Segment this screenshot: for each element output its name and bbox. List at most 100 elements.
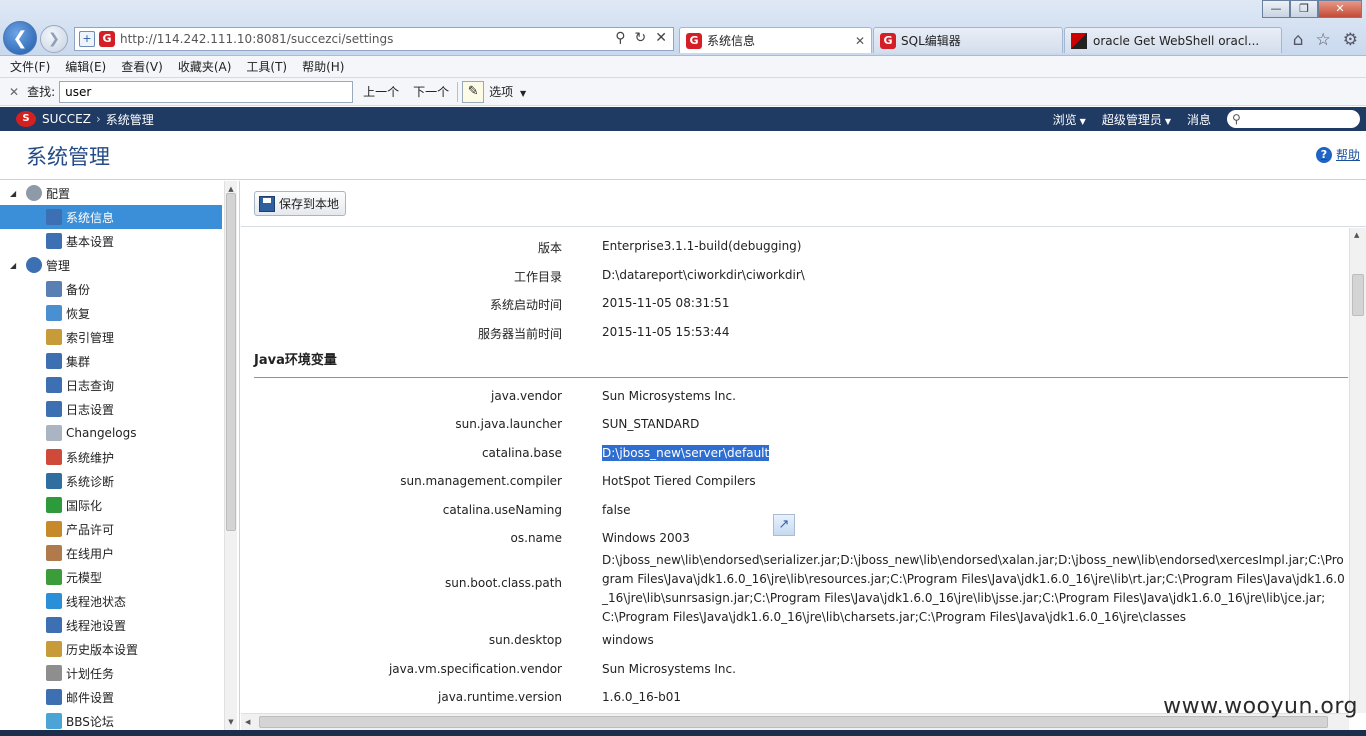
sidebar-group[interactable]: ◢ 管理 [0, 253, 239, 277]
scroll-left-icon[interactable]: ◀ [245, 718, 250, 726]
refresh-icon[interactable]: ↻ [635, 30, 647, 46]
floppy-disk-icon [259, 195, 275, 212]
menu-view[interactable]: 查看(V) [121, 58, 163, 75]
sidebar-item[interactable]: 备份 [0, 277, 239, 301]
sidebar-group-label: 管理 [46, 258, 71, 273]
favorites-star-icon[interactable]: ☆ [1316, 30, 1331, 50]
sidebar: ◢ 配置 系统信息 基本设置 ◢ 管理备份 恢复索引管理集群 日志查询 日志设置 Changelo… [0, 181, 240, 730]
find-next-button[interactable]: 下一个 [413, 83, 449, 100]
close-icon[interactable]: ✕ [9, 85, 19, 99]
selected-text[interactable]: D:\jboss_new\server\default [602, 445, 770, 461]
sidebar-item[interactable]: 日志设置 [0, 397, 239, 421]
main-scroll-thumb[interactable] [1352, 274, 1364, 316]
menu-favorites[interactable]: 收藏夹(A) [178, 58, 232, 75]
menu-tools[interactable]: 工具(T) [246, 58, 287, 75]
user-icon [46, 545, 62, 561]
info-key: 系统启动时间 [489, 298, 562, 312]
sidebar-item[interactable]: 计划任务 [0, 661, 239, 685]
sidebar-item[interactable]: BBS论坛 [0, 709, 239, 730]
nav-messages[interactable]: 消息 [1187, 111, 1211, 128]
window-close-icon[interactable]: ✕ [1318, 0, 1362, 18]
info-key: 工作目录 [513, 270, 562, 284]
brand-name[interactable]: SUCCEZ [42, 112, 91, 126]
expand-triangle-icon[interactable]: ◢ [10, 189, 26, 198]
sidebar-item[interactable]: 邮件设置 [0, 685, 239, 709]
save-to-local-button[interactable]: 保存到本地 [254, 191, 347, 216]
tab-system-info[interactable]: G 系统信息 ✕ [679, 27, 872, 53]
sidebar-item[interactable]: 线程池状态 [0, 589, 239, 613]
sidebar-item[interactable]: 系统诊断 [0, 469, 239, 493]
sidebar-item[interactable]: 产品许可 [0, 517, 239, 541]
find-options-label: 选项 [489, 85, 514, 99]
sidebar-scrollbar[interactable]: ▲ ▼ [224, 181, 237, 730]
sidebar-item[interactable]: 日志查询 [0, 373, 239, 397]
minimize-icon[interactable]: — [1262, 0, 1290, 18]
sidebar-item[interactable]: 索引管理 [0, 325, 239, 349]
sidebar-item[interactable]: 系统信息 [0, 205, 222, 229]
sidebar-item[interactable]: 在线用户 [0, 541, 239, 565]
gear-icon[interactable]: ⚙ [1343, 30, 1358, 50]
sidebar-group[interactable]: ◢ 配置 [0, 181, 239, 205]
os-taskbar [0, 730, 1366, 736]
forward-arrow-icon[interactable]: ❯ [40, 25, 68, 53]
address-url[interactable]: http://114.242.111.10:8081/succezci/sett… [120, 32, 393, 46]
find-options-button[interactable]: 选项 ▼ [489, 83, 526, 100]
stop-icon[interactable]: ✕ [655, 30, 667, 46]
sidebar-item-label: 产品许可 [66, 522, 115, 537]
sidebar-item[interactable]: 历史版本设置 [0, 637, 239, 661]
sidebar-item[interactable]: 基本设置 [0, 229, 239, 253]
sidebar-item[interactable]: 国际化 [0, 493, 239, 517]
info-key: java.runtime.version [438, 690, 562, 704]
maximize-icon[interactable]: ❐ [1290, 0, 1318, 18]
home-icon[interactable]: ⌂ [1293, 30, 1304, 50]
sidebar-item[interactable]: 线程池设置 [0, 613, 239, 637]
main-vertical-scrollbar[interactable]: ▲ [1349, 228, 1366, 713]
menu-edit[interactable]: 编辑(E) [65, 58, 106, 75]
back-arrow-icon[interactable]: ❮ [3, 21, 37, 55]
tab-label: SQL编辑器 [901, 34, 961, 48]
nav-admin[interactable]: 超级管理员 ▼ [1102, 111, 1171, 128]
save-button-label: 保存到本地 [279, 197, 340, 211]
main-panel: 保存到本地 Java环境变量 ↗ 版本 Enterprise3.1.1-build… [241, 181, 1366, 730]
tab-label: 系统信息 [707, 34, 756, 48]
scroll-up-icon[interactable]: ▲ [1354, 231, 1359, 239]
sidebar-item[interactable]: 系统维护 [0, 445, 239, 469]
page-title: 系统管理 [26, 145, 110, 169]
scroll-down-icon[interactable]: ▼ [225, 716, 237, 728]
highlight-icon[interactable]: ✎ [462, 80, 485, 103]
find-input[interactable] [59, 80, 354, 103]
nav-browse[interactable]: 浏览 ▼ [1053, 111, 1086, 128]
sidebar-item-label: Changelogs [66, 426, 137, 440]
tab-oracle-webshell[interactable]: oracle Get WebShell oracl... [1064, 27, 1282, 53]
settings-window-icon [46, 233, 62, 249]
backup-icon [46, 281, 62, 297]
nav-browse-label: 浏览 [1052, 112, 1077, 127]
sidebar-scroll-thumb[interactable] [226, 193, 236, 531]
sidebar-item[interactable]: 恢复 [0, 301, 239, 325]
document-icon [46, 425, 62, 441]
info-key: catalina.base [481, 446, 562, 460]
search-icon[interactable]: ⚲ [615, 30, 625, 46]
close-icon[interactable]: ✕ [855, 34, 865, 48]
sidebar-tree: ◢ 配置 系统信息 基本设置 ◢ 管理备份 恢复索引管理集群 日志查询 日志设置 Changelo… [0, 181, 239, 730]
find-previous-button[interactable]: 上一个 [363, 83, 399, 100]
menu-file[interactable]: 文件(F) [10, 58, 50, 75]
info-value: 2015-11-05 08:31:51 [602, 296, 730, 310]
expand-triangle-icon[interactable]: ◢ [10, 261, 26, 270]
thread-settings-icon [46, 617, 62, 633]
app-search-input[interactable]: ⚲ [1227, 110, 1360, 128]
sidebar-item[interactable]: 集群 [0, 349, 239, 373]
info-value: false [602, 503, 631, 517]
tab-sql-editor[interactable]: G SQL编辑器 [873, 27, 1063, 53]
address-bar[interactable]: + G http://114.242.111.10:8081/succezci/… [74, 27, 674, 51]
help-link[interactable]: ? 帮助 [1315, 146, 1360, 163]
sidebar-item-label: 索引管理 [66, 330, 115, 345]
compat-view-icon[interactable]: + [79, 31, 95, 47]
sidebar-item[interactable]: Changelogs [0, 421, 239, 445]
sidebar-item-label: 系统维护 [66, 450, 115, 465]
info-key: sun.java.launcher [455, 417, 562, 431]
menu-bar: 文件(F) 编辑(E) 查看(V) 收藏夹(A) 工具(T) 帮助(H) [0, 56, 1366, 78]
menu-help[interactable]: 帮助(H) [302, 58, 344, 75]
sidebar-item[interactable]: 元模型 [0, 565, 239, 589]
toolbar: 保存到本地 [241, 181, 1366, 227]
